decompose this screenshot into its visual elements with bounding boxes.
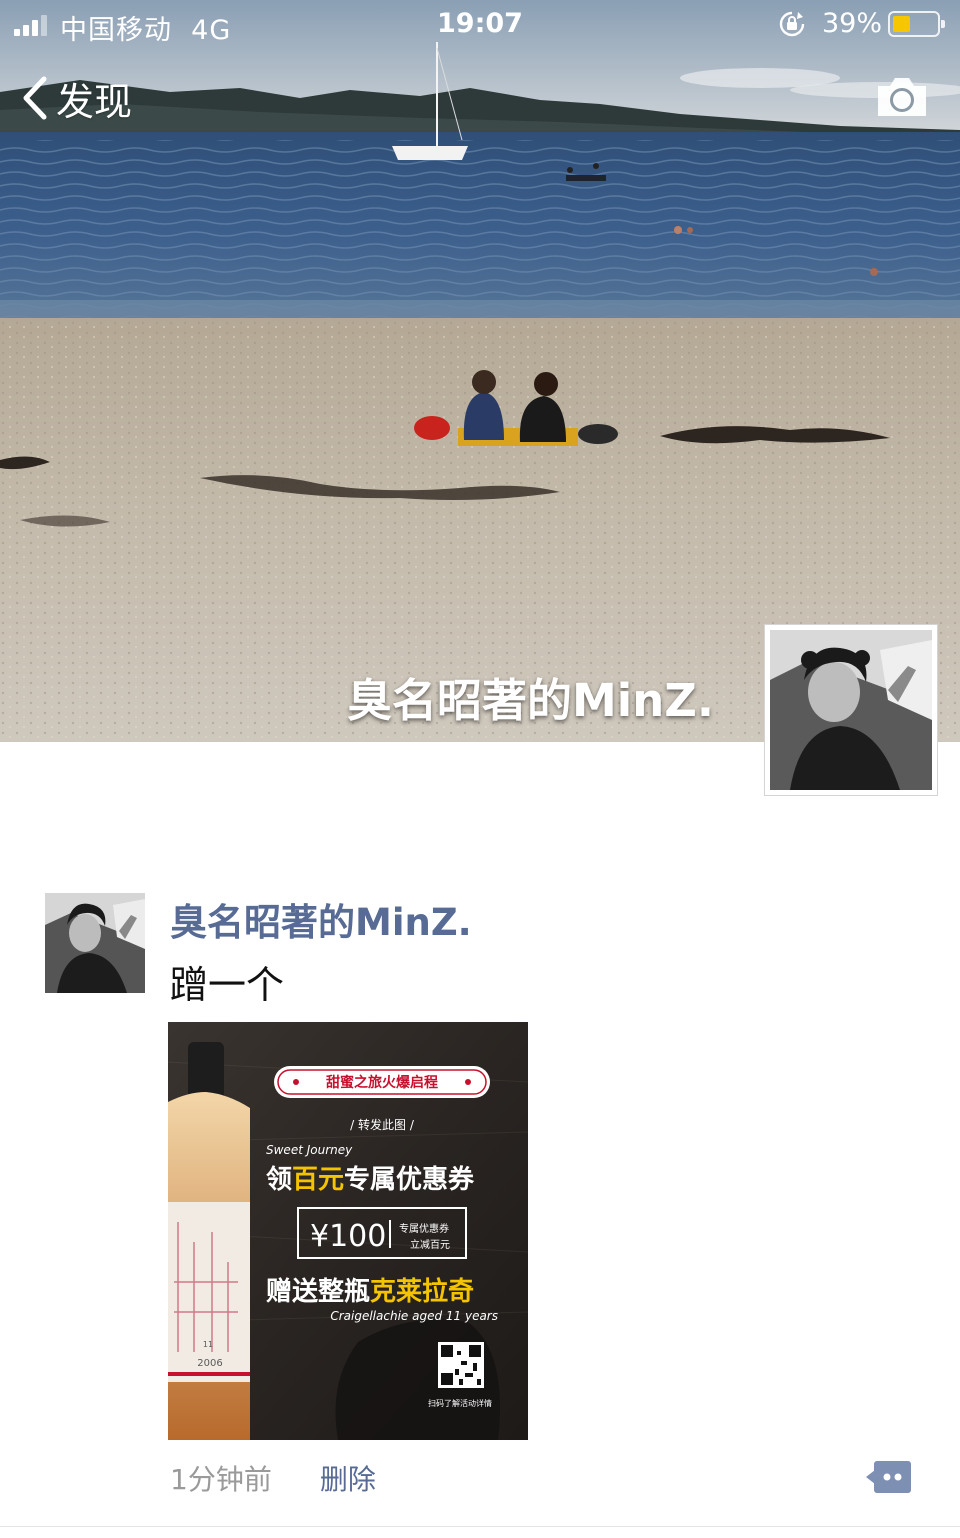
- battery-percent: 39%: [822, 8, 883, 39]
- gift-highlight: 克莱拉奇: [370, 1276, 474, 1307]
- promo-banner-text: 甜蜜之旅火爆启程: [326, 1074, 438, 1091]
- moments-screen: 中国移动 4G 19:07 39% 发现 臭名昭著的MinZ. 臭名昭著的Min…: [0, 0, 960, 1538]
- status-time: 19:07: [437, 8, 523, 39]
- post-time: 1分钟前: [170, 1463, 272, 1496]
- battery-icon: [888, 11, 945, 37]
- headline-highlight: 百元: [292, 1165, 344, 1195]
- post-image[interactable]: 11 2006 甜蜜之旅火爆启程 / 转发此图 / Sweet Journey …: [168, 1022, 528, 1440]
- headline-post: 专属优惠券: [344, 1165, 475, 1195]
- qr-code: [438, 1342, 484, 1388]
- post-text: 蹭一个: [170, 963, 285, 1007]
- post-author-avatar[interactable]: [45, 893, 145, 993]
- headline-pre: 领: [266, 1164, 292, 1195]
- bottle-year-text: 2006: [197, 1358, 222, 1369]
- avatar-photo: [770, 630, 932, 790]
- comment-icon[interactable]: [866, 1460, 912, 1494]
- coupon-value: ¥100: [310, 1219, 386, 1254]
- profile-name: 臭名昭著的MinZ.: [347, 674, 714, 727]
- status-bar: 中国移动 4G 19:07 39%: [0, 0, 960, 50]
- bottle-age-text: 11: [203, 1340, 213, 1349]
- delete-button[interactable]: 删除: [320, 1458, 376, 1498]
- coupon-line-1: 专属优惠券: [399, 1222, 449, 1235]
- rotation-lock-icon: [779, 11, 805, 37]
- profile-avatar[interactable]: [764, 624, 938, 796]
- post-author-name[interactable]: 臭名昭著的MinZ.: [170, 892, 472, 946]
- gift-script-text: Craigellachie aged 11 years: [330, 1309, 498, 1323]
- qr-caption: 扫码了解活动详情: [428, 1398, 492, 1408]
- back-button[interactable]: 发现: [18, 70, 132, 126]
- back-label: 发现: [56, 79, 133, 124]
- divider: [0, 1526, 960, 1527]
- gift-pre: 赠送整瓶: [266, 1276, 370, 1307]
- promo-script-text: Sweet Journey: [266, 1143, 353, 1157]
- promo-poster: 11 2006 甜蜜之旅火爆启程 / 转发此图 / Sweet Journey …: [168, 1022, 528, 1440]
- coupon-line-2: 立减百元: [410, 1238, 450, 1251]
- promo-gift-line: 赠送整瓶克莱拉奇: [266, 1276, 474, 1307]
- chevron-left-icon: [23, 76, 47, 120]
- post-meta: 1分钟前 删除: [170, 1458, 376, 1498]
- camera-icon[interactable]: [874, 74, 930, 120]
- battery-level: [893, 16, 911, 32]
- avatar-photo: [45, 893, 145, 993]
- promo-headline: 领百元专属优惠券: [266, 1164, 475, 1195]
- promo-forward-text: / 转发此图 /: [350, 1117, 415, 1132]
